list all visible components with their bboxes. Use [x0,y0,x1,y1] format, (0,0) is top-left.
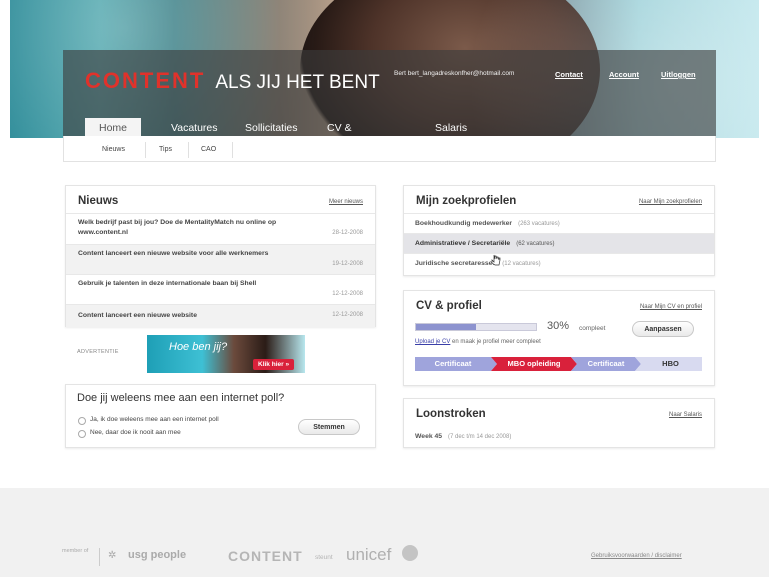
poll-option-yes-radio[interactable] [78,417,86,425]
tab-cv-profiel[interactable]: CV & Profiel [327,118,357,154]
usg-star-icon: ✲ [108,550,117,561]
adjust-cv-button[interactable]: Aanpassen [632,321,694,337]
logo-slogan: ALS JIJ HET BENT [215,72,380,93]
user-email: Bert bert_langadreskonfher@hotmail.com [394,70,515,77]
cv-progress-bar [415,323,537,331]
my-profiles-link[interactable]: Naar Mijn zoekprofielen [639,199,702,205]
divider [188,142,189,158]
profile-item-row: Boekhoudkundig medewerker (263 vacatures) [415,220,560,227]
profile-item-row: Administratieve / Secretariële (62 vacatu… [415,240,555,247]
news-item[interactable]: Content lanceert een nieuwe website voor… [66,244,375,274]
search-profiles-panel: Mijn zoekprofielen Naar Mijn zoekprofiel… [403,185,715,276]
divider [232,142,233,158]
upload-cv-link[interactable]: Upload je CV [415,339,450,345]
mouse-cursor-icon [491,254,501,266]
ad-cta-button[interactable]: Klik hier » [253,359,295,370]
profile-item[interactable]: Juridische secretaresses (12 vacatures) [404,253,714,273]
unicef-logo[interactable]: unicef [346,545,391,565]
news-item-text: Content lanceert een nieuwe website voor… [78,250,269,257]
upload-cv-text: en maak je profiel meer compleet [452,339,541,345]
news-item-date: 19-12-2008 [332,261,363,267]
news-item[interactable]: Gebruik je talenten in deze internationa… [66,274,375,304]
payslips-panel: Loonstroken Naar Salaris Week 45 (7 dec … [403,398,715,448]
profile-item-row: Juridische secretaresses (12 vacatures) [415,260,541,267]
salary-link[interactable]: Naar Salaris [669,412,702,418]
step-hbo: HBO [662,359,679,368]
news-item-date: 28-12-2008 [332,230,363,236]
profile-count: (62 vacatures) [516,241,555,247]
cv-progress-fill [416,324,476,330]
profile-name: Boekhoudkundig medewerker [415,220,513,227]
payslip-week-range: (7 dec t/m 14 dec 2008) [447,434,512,440]
subnav-tips[interactable]: Tips [159,146,172,153]
poll-option-no-radio[interactable] [78,430,86,438]
terms-disclaimer-link[interactable]: Gebruiksvoorwaarden / disclaimer [591,553,682,559]
ad-heading: Hoe ben jij? [169,341,228,353]
career-steps: Certificaat MBO opleiding Certificaat HB… [415,357,702,371]
subnav-cao[interactable]: CAO [201,146,216,153]
cv-progress-percent: 30% [547,320,570,332]
header-bar: CONTENT ALS JIJ HET BENT Bert bert_langad… [63,50,716,154]
news-item-text: Gebruik je talenten in deze internationa… [78,280,257,287]
ad-banner[interactable]: Hoe ben jij? Klik hier » [147,335,305,373]
vote-button[interactable]: Stemmen [298,419,360,435]
step-certificaat-1: Certificaat [434,359,472,368]
payslips-title: Loonstroken [416,408,486,420]
profile-name: Juridische secretaresses [415,260,497,267]
payslip-week-label: Week 45 [415,433,443,440]
news-item-text: Content lanceert een nieuwe website [78,312,197,319]
profile-count: (12 vacatures) [502,261,541,267]
cv-upload-line: Upload je CV en maak je profiel meer com… [415,339,541,345]
profile-count: (263 vacatures) [518,221,560,227]
poll-option-no-label: Nee, daar doe ik nooit aan mee [90,429,181,436]
news-item[interactable]: Welk bedrijf past bij jou? Doe de Mental… [66,213,375,244]
profile-name: Administratieve / Secretariële [415,240,511,247]
news-title: Nieuws [78,195,119,207]
logout-link[interactable]: Uitloggen [661,70,696,79]
logo[interactable]: CONTENT ALS JIJ HET BENT [85,68,380,94]
news-panel: Nieuws Meer nieuws Welk bedrijf past bij… [65,185,376,327]
profiles-title: Mijn zoekprofielen [416,195,517,207]
cv-title: CV & profiel [416,300,482,312]
divider [99,548,100,566]
ad-label: ADVERTENTIE [77,349,119,355]
tab-sollicitaties[interactable]: Sollicitaties [245,118,298,136]
member-of-label: member of [62,548,89,554]
subnav-nieuws[interactable]: Nieuws [102,146,125,153]
cv-profile-panel: CV & profiel Naar Mijn CV en profiel 30%… [403,290,715,386]
steunt-label: steunt [315,554,333,561]
news-item[interactable]: Content lanceert een nieuwe website 12-1… [66,304,375,327]
unicef-globe-icon [402,545,418,561]
profile-item[interactable]: Administratieve / Secretariële (62 vacatu… [404,233,714,253]
cv-progress-suffix: compleet [579,325,606,332]
content-footer-logo[interactable]: CONTENT [228,548,303,564]
contact-link[interactable]: Contact [555,70,583,79]
news-item-date: 12-12-2008 [332,312,363,318]
tab-home[interactable]: Home [85,118,142,136]
step-mbo-opleiding: MBO opleiding [507,359,561,368]
poll-option-yes-label: Ja, ik doe weleens mee aan een internet … [90,416,219,423]
logo-content: CONTENT [85,68,206,93]
profile-item[interactable]: Boekhoudkundig medewerker (263 vacatures) [404,213,714,233]
footer: member of ✲ usg people CONTENT steunt un… [0,488,769,577]
my-cv-link[interactable]: Naar Mijn CV en profiel [640,304,702,310]
payslip-week[interactable]: Week 45 (7 dec t/m 14 dec 2008) [415,433,511,440]
sub-nav: Nieuws Tips CAO [63,136,716,162]
account-link[interactable]: Account [609,70,639,79]
news-item-text: Welk bedrijf past bij jou? Doe de Mental… [78,219,277,236]
divider [145,142,146,158]
poll-panel: Doe jij weleens mee aan een internet pol… [65,384,376,448]
tab-vacatures[interactable]: Vacatures [171,118,218,136]
more-news-link[interactable]: Meer nieuws [329,199,363,205]
poll-question: Doe jij weleens mee aan een internet pol… [77,392,285,404]
tab-salaris[interactable]: Salaris [435,118,467,136]
news-item-date: 12-12-2008 [332,291,363,297]
usg-people-logo[interactable]: usg people [128,549,186,561]
step-certificaat-2: Certificaat [587,359,625,368]
